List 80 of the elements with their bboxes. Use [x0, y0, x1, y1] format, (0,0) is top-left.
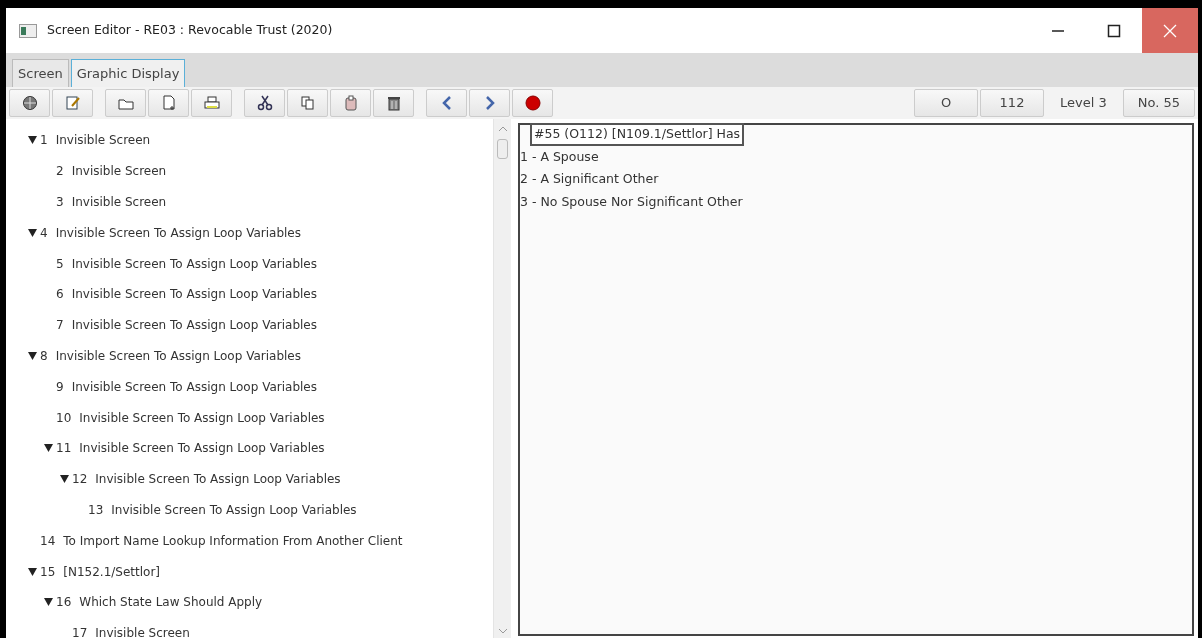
minimize-icon	[1051, 29, 1065, 32]
level-label: Level 3	[1059, 94, 1108, 113]
tree-item[interactable]: Invisible Screen To Assign Loop Variables	[79, 439, 325, 458]
trash-icon	[385, 95, 402, 111]
item-number: 10	[56, 409, 72, 427]
tree-item[interactable]: To Import Name Lookup Information From Another Client	[63, 531, 403, 550]
tree-item[interactable]: Invisible Screen To Assign Loop Variables	[71, 377, 317, 396]
tree-item[interactable]: Invisible Screen To Assign Loop Variables	[71, 254, 317, 273]
globe-icon	[21, 95, 38, 111]
printer-icon	[203, 95, 220, 111]
tab[interactable]: Graphic Display	[70, 58, 186, 87]
clipboard-button[interactable]	[330, 89, 371, 117]
expanded-arrow-icon[interactable]	[27, 228, 37, 237]
scroll-up-icon	[498, 125, 508, 132]
status-button[interactable]: No. 55	[1122, 89, 1195, 117]
item-number: 6	[56, 286, 64, 304]
expanded-arrow-icon[interactable]	[27, 567, 37, 576]
item-number: 9	[56, 378, 64, 396]
item-number: 4	[40, 224, 48, 242]
tree-item[interactable]: Invisible Screen	[71, 193, 167, 211]
item-number: 14	[40, 532, 56, 550]
tree-item[interactable]: Invisible Screen	[71, 162, 167, 181]
item-number: 3	[56, 194, 64, 211]
folder-button[interactable]	[105, 89, 146, 117]
scissors-icon	[256, 95, 273, 111]
tree-item[interactable]: Invisible Screen	[95, 624, 190, 638]
tree-item[interactable]: Invisible Screen To Assign Loop Variables	[71, 316, 317, 335]
expanded-arrow-icon[interactable]	[43, 444, 53, 453]
chevron-left-button[interactable]	[426, 89, 467, 117]
expanded-arrow-icon[interactable]	[27, 136, 37, 145]
status-button[interactable]: 112	[980, 89, 1044, 117]
tree-item[interactable]: Invisible Screen To Assign Loop Variables	[79, 408, 325, 427]
maximize-icon	[1107, 23, 1121, 38]
item-number: 17	[72, 625, 88, 638]
printer-button[interactable]	[191, 89, 232, 117]
scrollbar[interactable]	[493, 119, 511, 638]
clipboard-icon	[342, 95, 359, 111]
edit-icon	[64, 95, 81, 111]
close-icon	[1163, 23, 1177, 38]
tab[interactable]: Screen	[12, 58, 69, 87]
new-page-icon	[160, 95, 177, 111]
tree-item[interactable]: Invisible Screen To Assign Loop Variables	[55, 223, 301, 242]
question-header: #55 (O112) [N109.1/Settlor] Has	[530, 123, 745, 146]
tree-item[interactable]: Invisible Screen To Assign Loop Variables	[71, 285, 317, 304]
option-text: 1 - A Spouse	[520, 147, 600, 166]
item-number: 13	[88, 501, 104, 519]
item-number: 12	[72, 471, 88, 489]
new-page-button[interactable]	[148, 89, 189, 117]
tree-item[interactable]: Invisible Screen To Assign Loop Variables	[111, 500, 357, 519]
scroll-down-icon	[498, 628, 508, 634]
tree-item[interactable]: [N152.1/Settlor]	[63, 562, 161, 581]
option-text: 3 - No Spouse Nor Significant Other	[520, 192, 744, 211]
item-number: 16	[56, 594, 72, 612]
scissors-button[interactable]	[244, 89, 285, 117]
tree-item[interactable]: Which State Law Should Apply	[79, 593, 263, 612]
globe-button[interactable]	[9, 89, 50, 117]
option-text: 2 - A Significant Other	[520, 170, 660, 189]
expanded-arrow-icon[interactable]	[59, 475, 69, 484]
app-icon	[19, 23, 37, 38]
status-button[interactable]: O	[914, 89, 978, 117]
item-number: 1	[40, 132, 48, 150]
edit-button[interactable]	[52, 89, 93, 117]
window-title: Screen Editor - RE03 : Revocable Trust (2020)	[47, 21, 334, 40]
record-icon	[524, 95, 541, 111]
tree-item[interactable]: Invisible Screen	[55, 131, 151, 150]
tree-item[interactable]: Invisible Screen To Assign Loop Variables	[55, 346, 301, 365]
scrollbar-thumb[interactable]	[497, 139, 508, 159]
item-number: 15	[40, 563, 56, 581]
item-number: 11	[56, 440, 72, 458]
copy-icon	[299, 95, 316, 111]
expanded-arrow-icon[interactable]	[27, 351, 37, 360]
item-number: 5	[56, 255, 64, 273]
chevron-right-button[interactable]	[469, 89, 510, 117]
item-number: 7	[56, 317, 64, 335]
tree-item[interactable]: Invisible Screen To Assign Loop Variables	[95, 470, 341, 489]
expanded-arrow-icon[interactable]	[43, 598, 53, 607]
record-button[interactable]	[512, 89, 553, 117]
trash-button[interactable]	[373, 89, 414, 117]
item-number: 8	[40, 347, 48, 365]
item-number: 2	[56, 163, 64, 181]
